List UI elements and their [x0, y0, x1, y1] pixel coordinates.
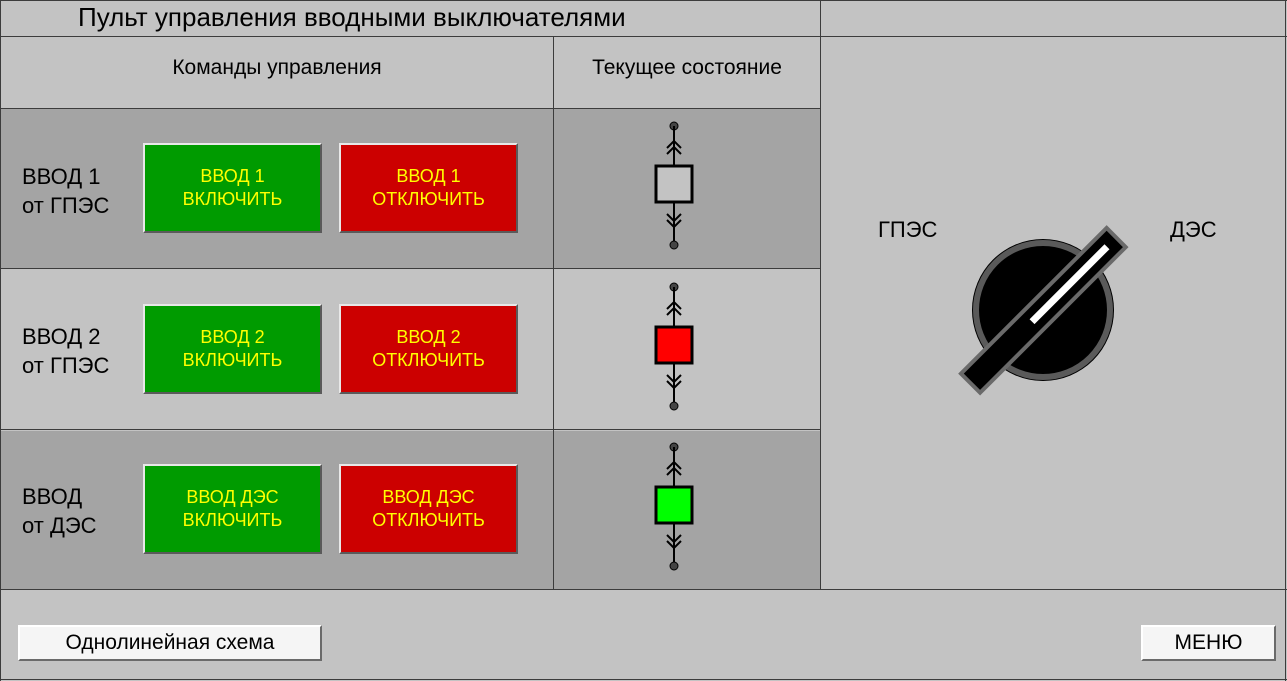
- button-label-line2: ВКЛЮЧИТЬ: [182, 189, 283, 209]
- button-label-line1: ВВОД 2: [396, 327, 461, 347]
- page-title: Пульт управления вводными выключателями: [78, 2, 626, 32]
- input2-off-button[interactable]: ВВОД 2 ОТКЛЮЧИТЬ: [339, 304, 518, 394]
- row-label-2: ВВОД 2 от ГПЭС: [22, 322, 109, 380]
- row-label-3: ВВОД от ДЭС: [22, 482, 97, 540]
- row-label-line2: от ДЭС: [22, 513, 97, 538]
- input-des-off-button[interactable]: ВВОД ДЭС ОТКЛЮЧИТЬ: [339, 464, 518, 554]
- button-label-line2: ВКЛЮЧИТЬ: [182, 510, 283, 530]
- menu-button[interactable]: МЕНЮ: [1141, 625, 1276, 661]
- button-label-line2: ОТКЛЮЧИТЬ: [372, 350, 485, 370]
- button-label-line2: ВКЛЮЧИТЬ: [182, 350, 283, 370]
- breaker-icon-1: [654, 121, 694, 250]
- selector-label-des: ДЭС: [1170, 217, 1217, 242]
- input1-off-button[interactable]: ВВОД 1 ОТКЛЮЧИТЬ: [339, 143, 518, 233]
- button-label-line2: ОТКЛЮЧИТЬ: [372, 510, 485, 530]
- single-line-diagram-button[interactable]: Однолинейная схема: [18, 625, 322, 661]
- row-label-line1: ВВОД: [22, 484, 83, 509]
- state-header: Текущее состояние: [592, 56, 782, 79]
- button-label-line1: ВВОД ДЭС: [382, 487, 475, 507]
- button-label-line1: ВВОД 2: [200, 327, 265, 347]
- button-label-line2: ОТКЛЮЧИТЬ: [372, 189, 485, 209]
- row-label-line1: ВВОД 1: [22, 164, 101, 189]
- input1-on-button[interactable]: ВВОД 1 ВКЛЮЧИТЬ: [143, 143, 322, 233]
- input-des-on-button[interactable]: ВВОД ДЭС ВКЛЮЧИТЬ: [143, 464, 322, 554]
- button-label-line1: ВВОД ДЭС: [186, 487, 279, 507]
- row-label-1: ВВОД 1 от ГПЭС: [22, 162, 109, 220]
- row-label-line2: от ГПЭС: [22, 353, 110, 378]
- commands-header: Команды управления: [172, 56, 382, 79]
- selector-label-gpes: ГПЭС: [878, 217, 938, 242]
- button-label-line1: ВВОД 1: [396, 166, 461, 186]
- breaker-icon-2: [654, 282, 694, 411]
- input2-on-button[interactable]: ВВОД 2 ВКЛЮЧИТЬ: [143, 304, 322, 394]
- row-label-line2: от ГПЭС: [22, 193, 110, 218]
- button-label-line1: ВВОД 1: [200, 166, 265, 186]
- row-label-line1: ВВОД 2: [22, 324, 101, 349]
- selector-switch[interactable]: [955, 225, 1135, 405]
- breaker-icon-3: [654, 442, 694, 571]
